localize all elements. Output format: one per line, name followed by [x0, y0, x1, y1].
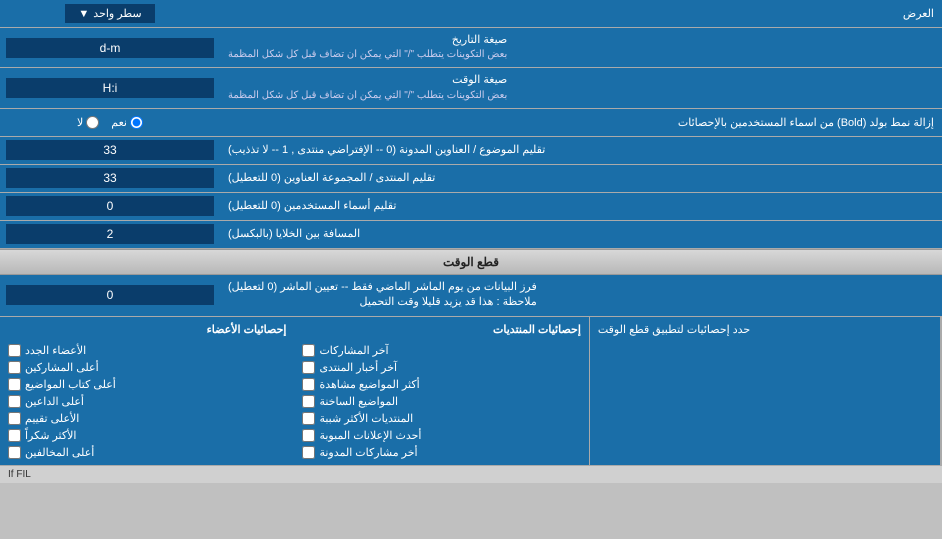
cb-top-writers-input[interactable]	[8, 378, 21, 391]
cb-most-viewed: أكثر المواضيع مشاهدة	[302, 378, 580, 391]
checkboxes-section: حدد إحصائيات لتطبيق قطع الوقت إحصائيات ا…	[0, 317, 942, 466]
cb-top-inviters: أعلى الداعين	[8, 395, 286, 408]
cb-most-thanked: الأكثر شكراً	[8, 429, 286, 442]
cb-new-members: الأعضاء الجدد	[8, 344, 286, 357]
bold-yes-radio[interactable]	[130, 116, 143, 129]
date-format-input-area	[0, 28, 220, 67]
cb-most-thanked-input[interactable]	[8, 429, 21, 442]
cb-last-posts-input[interactable]	[302, 344, 315, 357]
members-stats-col: إحصائيات الأعضاء الأعضاء الجدد أعلى المش…	[0, 317, 294, 465]
users-trim-label: تقليم أسماء المستخدمين (0 للتعطيل)	[220, 193, 942, 220]
cb-top-violators-input[interactable]	[8, 446, 21, 459]
cb-top-posters-input[interactable]	[8, 361, 21, 374]
time-cut-section-header: قطع الوقت	[0, 249, 942, 275]
topics-trim-input[interactable]	[6, 140, 214, 160]
cb-hot-topics: المواضيع الساخنة	[302, 395, 580, 408]
cb-new-members-input[interactable]	[8, 344, 21, 357]
define-label: حدد إحصائيات لتطبيق قطع الوقت	[598, 323, 750, 336]
forum-trim-input-area	[0, 165, 220, 192]
spacing-input[interactable]	[6, 224, 214, 244]
cb-popular-forums-input[interactable]	[302, 412, 315, 425]
members-stats-header: إحصائيات الأعضاء	[8, 323, 286, 336]
cb-top-inviters-input[interactable]	[8, 395, 21, 408]
cb-top-writers: أعلى كتاب المواضيع	[8, 378, 286, 391]
cb-blog-posts-input[interactable]	[302, 446, 315, 459]
cb-latest-ads: أحدث الإعلانات المبوبة	[302, 429, 580, 442]
display-input-area: سطر واحد ▼	[0, 1, 220, 26]
footer-text: If FIL	[8, 469, 31, 480]
bold-no-radio[interactable]	[86, 116, 99, 129]
topics-trim-label: تقليم الموضوع / العناوين المدونة (0 -- ا…	[220, 137, 942, 164]
time-cut-row: فرز البيانات من يوم الماشر الماضي فقط --…	[0, 275, 942, 317]
cb-forum-news: آخر أخبار المنتدى	[302, 361, 580, 374]
bold-no-label[interactable]: لا	[77, 116, 99, 129]
time-format-input[interactable]	[6, 78, 214, 98]
bold-label: إزالة نمط بولد (Bold) من اسماء المستخدمي…	[220, 111, 942, 134]
users-trim-row: تقليم أسماء المستخدمين (0 للتعطيل)	[0, 193, 942, 221]
time-cut-label: فرز البيانات من يوم الماشر الماضي فقط --…	[220, 275, 942, 316]
forum-trim-row: تقليم المنتدى / المجموعة العناوين (0 للت…	[0, 165, 942, 193]
date-format-label: صيغة التاريخ بعض التكوينات يتطلب "/" الت…	[220, 28, 942, 67]
time-format-input-area	[0, 68, 220, 107]
spacing-input-area	[0, 221, 220, 248]
cb-top-violators: أعلى المخالفين	[8, 446, 286, 459]
time-cut-input[interactable]	[6, 285, 214, 305]
display-row: العرض سطر واحد ▼	[0, 0, 942, 28]
date-format-input[interactable]	[6, 38, 214, 58]
forum-trim-input[interactable]	[6, 168, 214, 188]
forum-stats-header: إحصائيات المنتديات	[302, 323, 580, 336]
topics-trim-row: تقليم الموضوع / العناوين المدونة (0 -- ا…	[0, 137, 942, 165]
spacing-row: المسافة بين الخلايا (بالبكسل)	[0, 221, 942, 249]
forum-trim-label: تقليم المنتدى / المجموعة العناوين (0 للت…	[220, 165, 942, 192]
cb-last-posts: آخر المشاركات	[302, 344, 580, 357]
bold-row: إزالة نمط بولد (Bold) من اسماء المستخدمي…	[0, 109, 942, 137]
footer: If FIL	[0, 466, 942, 483]
dropdown-arrow-icon: ▼	[78, 8, 89, 20]
cb-popular-forums: المنتديات الأكثر شببة	[302, 412, 580, 425]
cb-blog-posts: أخر مشاركات المدونة	[302, 446, 580, 459]
time-format-label: صيغة الوقت بعض التكوينات يتطلب "/" التي …	[220, 68, 942, 107]
cb-top-rated-input[interactable]	[8, 412, 21, 425]
cb-hot-topics-input[interactable]	[302, 395, 315, 408]
bold-radio-area: نعم لا	[0, 113, 220, 132]
define-label-area: حدد إحصائيات لتطبيق قطع الوقت	[590, 317, 942, 465]
cb-forum-news-input[interactable]	[302, 361, 315, 374]
cb-latest-ads-input[interactable]	[302, 429, 315, 442]
date-format-row: صيغة التاريخ بعض التكوينات يتطلب "/" الت…	[0, 28, 942, 68]
cb-top-posters: أعلى المشاركين	[8, 361, 286, 374]
topics-trim-input-area	[0, 137, 220, 164]
display-value: سطر واحد	[93, 7, 141, 20]
cb-top-rated: الأعلى تقييم	[8, 412, 286, 425]
display-dropdown[interactable]: سطر واحد ▼	[65, 4, 154, 23]
time-format-row: صيغة الوقت بعض التكوينات يتطلب "/" التي …	[0, 68, 942, 108]
users-trim-input-area	[0, 193, 220, 220]
spacing-label: المسافة بين الخلايا (بالبكسل)	[220, 221, 942, 248]
bold-yes-label[interactable]: نعم	[111, 116, 143, 129]
cb-most-viewed-input[interactable]	[302, 378, 315, 391]
time-cut-input-area	[0, 275, 220, 316]
users-trim-input[interactable]	[6, 196, 214, 216]
display-label: العرض	[220, 2, 942, 25]
forum-stats-col: إحصائيات المنتديات آخر المشاركات آخر أخب…	[294, 317, 589, 465]
